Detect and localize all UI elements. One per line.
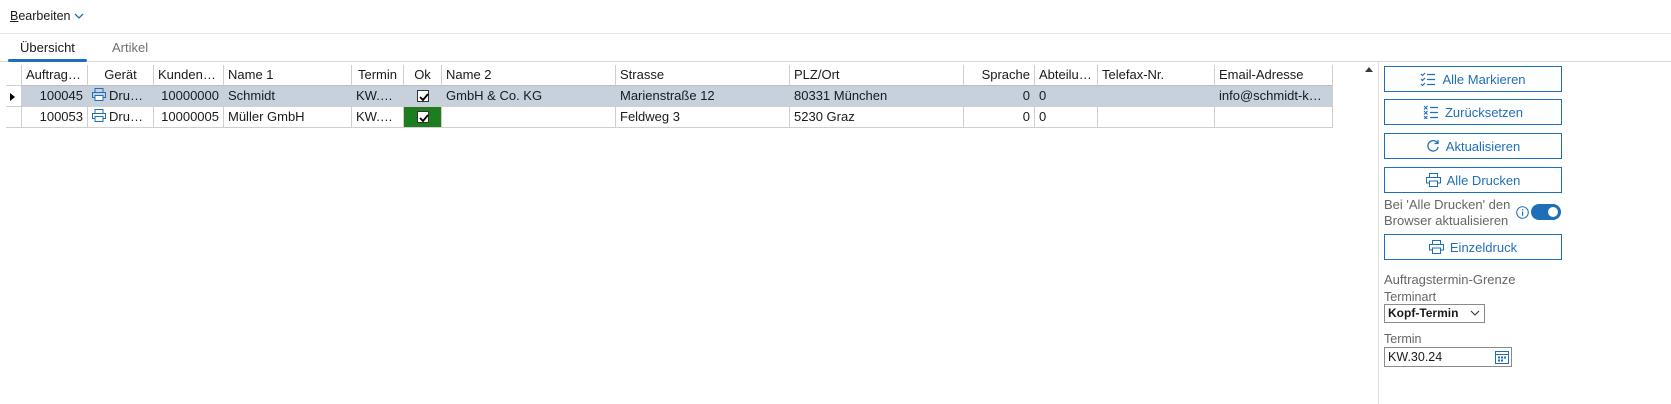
cell-device-label: Drucker <box>109 109 154 124</box>
ok-checkbox[interactable] <box>416 90 429 102</box>
toggle-knob <box>1548 207 1558 217</box>
refresh-button[interactable]: Aktualisieren <box>1384 133 1562 159</box>
date-type-label: Terminart <box>1384 290 1437 304</box>
row-selector[interactable] <box>6 107 22 128</box>
menu-bar: Bearbeiten <box>0 0 1671 34</box>
menu-edit[interactable]: Bearbeiten <box>10 9 84 23</box>
cell-fax[interactable] <box>1098 107 1215 128</box>
cell-name1[interactable]: Müller GmbH <box>224 107 352 128</box>
col-header-city[interactable]: PLZ/Ort <box>790 65 964 86</box>
cell-date[interactable]: KW.10.... <box>352 107 404 128</box>
tab-bar: Übersicht Artikel <box>0 34 1671 62</box>
col-header-order[interactable]: Auftrags-... <box>22 65 88 86</box>
cell-language[interactable]: 0 <box>964 107 1035 128</box>
menu-edit-label: Bearbeiten <box>10 9 71 23</box>
uncheck-list-icon <box>1423 105 1439 119</box>
cell-name2[interactable]: GmbH & Co. KG <box>442 86 616 107</box>
cell-street[interactable]: Feldweg 3 <box>616 107 790 128</box>
cell-ok[interactable] <box>404 107 442 128</box>
cell-email[interactable] <box>1215 107 1333 128</box>
cell-ok[interactable] <box>404 86 442 107</box>
info-icon[interactable] <box>1516 206 1529 219</box>
cell-fax[interactable] <box>1098 86 1215 107</box>
col-header-name2[interactable]: Name 2 <box>442 65 616 86</box>
col-header-street[interactable]: Strasse <box>616 65 790 86</box>
row-selector[interactable] <box>6 86 22 107</box>
print-all-button[interactable]: Alle Drucken <box>1384 167 1562 193</box>
printer-icon <box>1428 240 1444 254</box>
cell-department[interactable]: 0 <box>1035 107 1098 128</box>
browser-refresh-toggle[interactable] <box>1531 204 1561 220</box>
cell-order[interactable]: 100045 <box>22 86 88 107</box>
cell-order[interactable]: 100053 <box>22 107 88 128</box>
col-header-ok[interactable]: Ok <box>404 65 442 86</box>
col-header-email[interactable]: Email-Adresse <box>1215 65 1333 86</box>
cell-email[interactable]: info@schmidt-kauf... <box>1215 86 1333 107</box>
cell-department[interactable]: 0 <box>1035 86 1098 107</box>
printer-icon <box>1425 173 1441 187</box>
scroll-up-icon[interactable] <box>1365 67 1373 72</box>
printer-icon <box>92 88 106 102</box>
cell-device[interactable]: Drucker <box>88 86 154 107</box>
col-header-fax[interactable]: Telefax-Nr. <box>1098 65 1215 86</box>
col-header-device[interactable]: Gerät <box>88 65 154 86</box>
tab-articles[interactable]: Artikel <box>100 39 160 62</box>
cell-name2[interactable] <box>442 107 616 128</box>
checklist-icon <box>1420 72 1436 86</box>
cell-street[interactable]: Marienstraße 12 <box>616 86 790 107</box>
date-label: Termin <box>1384 332 1422 346</box>
cell-city[interactable]: 5230 Graz <box>790 107 964 128</box>
cell-device-label: Drucker <box>109 88 154 103</box>
mark-all-label: Alle Markieren <box>1442 71 1526 87</box>
chevron-down-icon <box>75 13 84 19</box>
check-icon <box>418 93 429 102</box>
cell-customer[interactable]: 10000005 <box>154 107 224 128</box>
actions-panel: Alle Markieren Zurücksetzen Aktualisiere… <box>1382 62 1671 404</box>
print-all-label: Alle Drucken <box>1446 172 1521 188</box>
reset-label: Zurücksetzen <box>1444 104 1524 120</box>
cell-customer[interactable]: 10000000 <box>154 86 224 107</box>
current-row-arrow-icon <box>10 93 15 101</box>
reset-button[interactable]: Zurücksetzen <box>1384 99 1562 125</box>
cell-language[interactable]: 0 <box>964 86 1035 107</box>
single-print-button[interactable]: Einzeldruck <box>1384 234 1562 260</box>
cell-name1[interactable]: Schmidt <box>224 86 352 107</box>
check-icon <box>418 114 429 123</box>
date-limit-title: Auftragstermin-Grenze <box>1384 272 1516 287</box>
ok-checkbox[interactable] <box>416 111 429 123</box>
cell-city[interactable]: 80331 München <box>790 86 964 107</box>
col-header-customer[interactable]: Kunden-Nr <box>154 65 224 86</box>
refresh-icon <box>1426 139 1440 153</box>
cell-date[interactable]: KW.43.... <box>352 86 404 107</box>
header-corner <box>6 65 22 86</box>
printer-icon <box>92 109 106 123</box>
browser-refresh-label-line2: Browser aktualisieren <box>1384 213 1509 228</box>
browser-refresh-label: Bei 'Alle Drucken' den Browser aktualisi… <box>1384 197 1514 229</box>
calendar-icon[interactable] <box>1495 350 1509 364</box>
panel-divider <box>1378 62 1379 404</box>
col-header-department[interactable]: Abteilun... <box>1035 65 1098 86</box>
cell-device[interactable]: Drucker <box>88 107 154 128</box>
col-header-name1[interactable]: Name 1 <box>224 65 352 86</box>
date-input-value: KW.30.24 <box>1388 350 1443 364</box>
col-header-date[interactable]: Termin <box>352 65 404 86</box>
date-type-value: Kopf-Termin <box>1388 306 1459 320</box>
single-print-label: Einzeldruck <box>1449 239 1518 255</box>
mark-all-button[interactable]: Alle Markieren <box>1384 66 1562 92</box>
grid-scrollbar[interactable] <box>1362 65 1377 404</box>
chevron-down-icon <box>1470 310 1480 316</box>
tab-overview[interactable]: Übersicht <box>8 39 87 62</box>
date-type-select[interactable]: Kopf-Termin <box>1384 304 1485 323</box>
refresh-label: Aktualisieren <box>1445 138 1521 154</box>
col-header-language[interactable]: Sprache <box>964 65 1035 86</box>
date-input[interactable]: KW.30.24 <box>1384 347 1512 367</box>
orders-grid: Auftrags-... Gerät Kunden-Nr Name 1 Term… <box>6 65 1422 404</box>
browser-refresh-label-line1: Bei 'Alle Drucken' den <box>1384 197 1511 212</box>
